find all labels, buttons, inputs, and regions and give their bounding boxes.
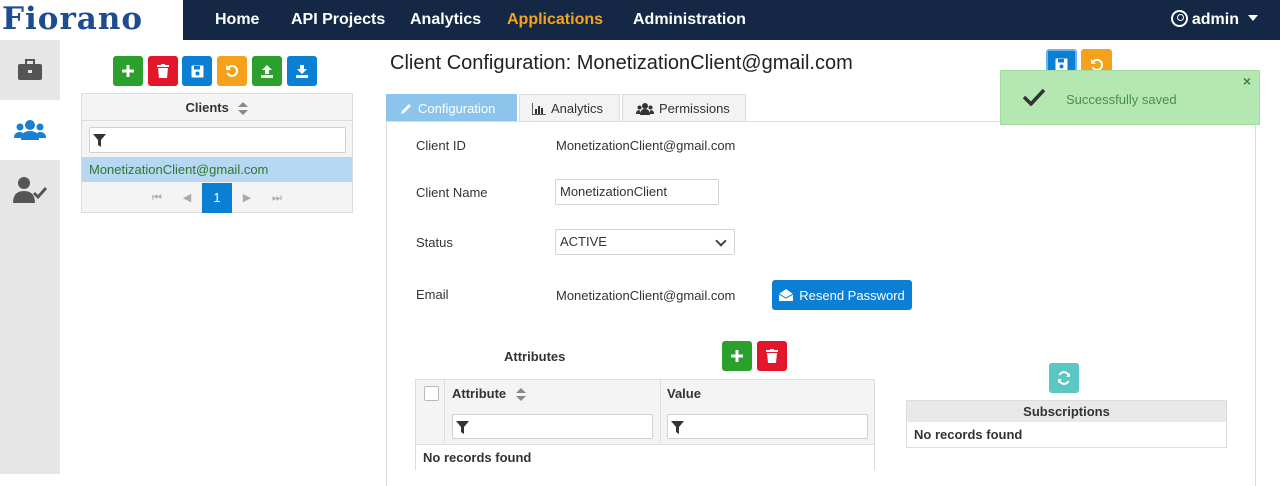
attribute-filter-input[interactable] <box>452 414 653 439</box>
pager: ⏮ ◀ 1 ▶ ⏭ <box>82 182 352 213</box>
email-label: Email <box>416 287 449 302</box>
subscriptions-empty-text: No records found <box>914 427 1023 442</box>
export-client-button[interactable] <box>252 56 282 86</box>
trash-icon <box>766 349 778 363</box>
clients-header-label: Clients <box>185 100 229 115</box>
add-client-button[interactable] <box>113 56 143 86</box>
clients-column-header[interactable]: Clients <box>82 94 352 121</box>
tab-configuration[interactable]: Configuration <box>386 94 517 122</box>
plus-icon <box>731 350 743 362</box>
status-select[interactable]: ACTIVE <box>555 229 735 255</box>
delete-client-button[interactable] <box>148 56 178 86</box>
logo-text: Fiorano <box>2 1 144 37</box>
page-title: Client Configuration: MonetizationClient… <box>390 52 853 74</box>
value-filter-input[interactable] <box>667 414 868 439</box>
attribute-header-label: Attribute <box>452 386 507 401</box>
resend-password-button[interactable]: Resend Password <box>772 280 912 310</box>
delete-attribute-button[interactable] <box>757 341 787 371</box>
client-id-label: Client ID <box>416 138 466 153</box>
tab-permissions-label: Permissions <box>659 101 730 116</box>
success-toast: Successfully saved × <box>1000 70 1260 125</box>
value-column-header[interactable]: Value <box>667 380 701 407</box>
select-all-checkbox[interactable] <box>424 386 439 401</box>
undo-icon <box>226 64 239 77</box>
briefcase-icon <box>18 59 42 80</box>
chevron-down-icon <box>715 235 727 247</box>
top-navbar: Fiorano Home API Projects Analytics Appl… <box>0 0 1280 40</box>
sort-icon <box>515 388 526 402</box>
nav-home[interactable]: Home <box>215 0 259 40</box>
bar-chart-icon <box>531 103 546 116</box>
attributes-empty-text: No records found <box>423 450 532 465</box>
refresh-subscriptions-button[interactable] <box>1049 363 1079 393</box>
email-value: MonetizationClient@gmail.com <box>556 288 736 303</box>
client-list-item[interactable]: MonetizationClient@gmail.com <box>82 157 352 182</box>
nav-analytics[interactable]: Analytics <box>410 0 481 40</box>
users-icon <box>14 120 46 140</box>
nav-api-projects[interactable]: API Projects <box>291 0 385 40</box>
attribute-column-header[interactable]: Attribute <box>452 380 526 407</box>
download-icon <box>296 65 308 78</box>
left-rail <box>0 40 60 474</box>
refresh-icon <box>1058 371 1070 385</box>
filter-icon <box>456 421 469 434</box>
tab-configuration-label: Configuration <box>418 101 496 116</box>
rail-item-clients[interactable] <box>0 100 60 160</box>
first-page-icon[interactable]: ⏮ <box>142 183 172 213</box>
filter-icon <box>93 134 106 147</box>
upload-icon <box>261 65 273 78</box>
close-icon[interactable]: × <box>1243 73 1251 89</box>
tab-analytics[interactable]: Analytics <box>519 94 620 122</box>
rail-item-apps[interactable] <box>0 40 60 100</box>
client-name-field[interactable]: MonetizationClient <box>555 179 719 205</box>
add-attribute-button[interactable] <box>722 341 752 371</box>
attributes-title: Attributes <box>504 349 566 364</box>
page-number[interactable]: 1 <box>202 182 232 213</box>
last-page-icon[interactable]: ⏭ <box>262 183 292 213</box>
filter-icon <box>671 421 684 434</box>
toast-message: Successfully saved <box>1066 92 1177 107</box>
subscriptions-table: Subscriptions No records found <box>906 400 1227 448</box>
status-label: Status <box>416 235 453 250</box>
plus-icon <box>122 65 134 77</box>
user-menu[interactable]: admin <box>1170 0 1258 40</box>
resend-password-label: Resend Password <box>799 287 905 303</box>
nav-administration[interactable]: Administration <box>633 0 746 40</box>
check-icon <box>1022 88 1046 106</box>
revert-client-button[interactable] <box>217 56 247 86</box>
user-check-icon <box>13 177 47 203</box>
tab-analytics-label: Analytics <box>551 101 604 116</box>
save-icon <box>191 65 203 77</box>
logo[interactable]: Fiorano <box>0 0 183 40</box>
sort-icon <box>238 102 249 116</box>
client-id-value: MonetizationClient@gmail.com <box>556 138 736 153</box>
import-client-button[interactable] <box>287 56 317 86</box>
envelope-open-icon <box>779 289 794 301</box>
users-icon <box>636 103 654 115</box>
clients-filter-input[interactable] <box>89 127 346 153</box>
user-name: admin <box>1191 11 1239 28</box>
next-page-icon[interactable]: ▶ <box>232 183 262 213</box>
save-client-button[interactable] <box>182 56 212 86</box>
prev-page-icon[interactable]: ◀ <box>172 183 202 213</box>
nav-applications[interactable]: Applications <box>507 0 603 40</box>
subscriptions-header: Subscriptions <box>907 401 1226 422</box>
client-name-label: Client Name <box>416 185 488 200</box>
attributes-table: Attribute Value No records found <box>415 379 875 470</box>
status-value: ACTIVE <box>560 234 607 249</box>
clients-panel: Clients MonetizationClient@gmail.com ⏮ ◀… <box>81 93 353 213</box>
user-circle-icon <box>1170 10 1188 27</box>
rail-item-user-roles[interactable] <box>0 160 60 220</box>
trash-icon <box>157 64 169 78</box>
attributes-empty-row: No records found <box>416 444 874 470</box>
pencil-icon <box>401 104 411 114</box>
tab-permissions[interactable]: Permissions <box>622 94 746 122</box>
caret-down-icon <box>1248 15 1258 21</box>
